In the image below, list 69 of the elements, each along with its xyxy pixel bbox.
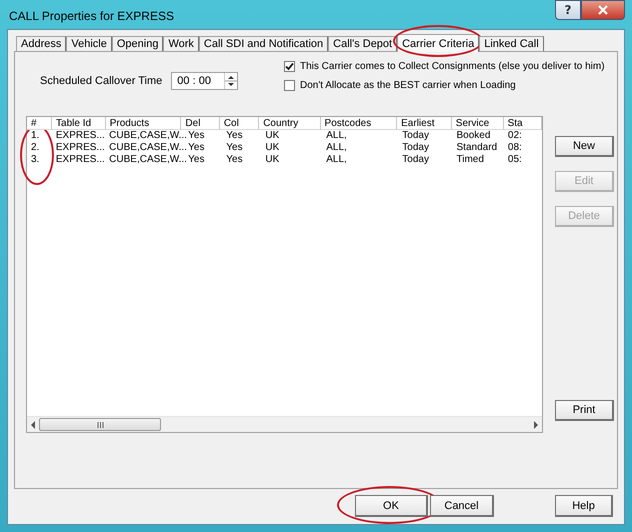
tab[interactable]: Address [16,36,66,51]
table-cell-text: EXPRES... [54,130,106,142]
tab[interactable]: Work [163,36,199,51]
table-cell-text: 1. [30,130,40,142]
horizontal-scrollbar[interactable] [27,416,542,432]
table-cell-text: ALL, [325,154,348,166]
checkbox[interactable] [284,80,295,91]
column-header[interactable]: Postcodes [320,117,398,130]
help-button[interactable]: ? [555,0,581,20]
checkbox-label: This Carrier comes to Collect Consignments (else you deliver to him) [300,61,605,72]
table-cell-text: Standard [456,142,498,154]
column-header[interactable]: Service [452,117,504,130]
tab[interactable]: Opening [112,36,164,51]
table-cell-text: CUBE,CASE,W... [108,142,184,154]
table-cell-text: Today [401,154,430,166]
table-cell-text: Today [401,130,430,142]
column-header[interactable]: Products [106,117,182,130]
action-button[interactable]: Print [555,400,614,421]
table-cell-text: ALL, [325,130,348,142]
table-cell-text: CUBE,CASE,W... [108,154,184,166]
table-cell-text: Today [401,142,430,154]
table-cell-text: ALL, [325,142,348,154]
table-cell-text: Booked [456,130,492,142]
column-header[interactable]: Col [220,117,260,130]
table-cell-text: UK [264,130,280,142]
grip-icon [96,422,104,428]
column-header[interactable]: Earliest [397,117,452,130]
table-cell-text: Yes [187,142,206,154]
tab[interactable]: Carrier Criteria [397,34,480,52]
tab[interactable]: Call's Depot [328,36,398,51]
table-cell-text: UK [264,142,280,154]
scroll-right-icon[interactable] [533,420,539,428]
column-header[interactable]: Country [259,117,321,130]
tab[interactable]: Vehicle [66,36,112,51]
table-cell-text: Timed [456,154,485,166]
field-label: Scheduled Callover Time [40,75,162,87]
table-cell-text: Yes [187,130,206,142]
column-header[interactable]: # [27,117,52,130]
checkbox[interactable] [284,61,295,72]
tab[interactable]: Call SDI and Notification [198,36,328,51]
table-cell-text: Yes [225,130,244,142]
column-header[interactable]: Del [181,117,220,130]
close-button[interactable] [581,0,625,20]
table-cell-text: 05: [506,154,523,166]
table-cell-text: 08: [506,142,523,154]
window-title: CALL Properties for EXPRESS [9,9,174,23]
table-cell-text: EXPRES... [54,142,106,154]
table-cell-text: 02: [506,130,523,142]
table-cell-text: UK [264,154,280,166]
table-cell-text: 3. [30,154,40,166]
table-cell-text: CUBE,CASE,W... [108,130,184,142]
table-cell-text: Yes [187,154,206,166]
scroll-left-icon[interactable] [30,420,36,428]
table-cell-text: Yes [225,142,244,154]
dialog-button[interactable]: OK [355,495,428,517]
column-header[interactable]: Table Id [52,117,106,130]
table-cell-text: 2. [30,142,40,154]
scrollbar-thumb[interactable] [39,418,161,431]
column-header[interactable]: Sta [504,117,542,130]
tab[interactable]: Linked Call [479,36,544,51]
action-button[interactable]: New [555,136,614,157]
spinner-arrows-icon[interactable] [224,73,238,89]
close-icon [597,5,609,15]
table-cell-text: EXPRES... [54,154,106,166]
dialog-button[interactable]: Help [555,495,613,517]
table-cell-text: Yes [225,154,244,166]
dialog-button[interactable]: Cancel [430,495,494,517]
checkbox-label: Don't Allocate as the BEST carrier when Loading [300,80,516,91]
time-field[interactable]: 00 : 00 [171,72,238,90]
